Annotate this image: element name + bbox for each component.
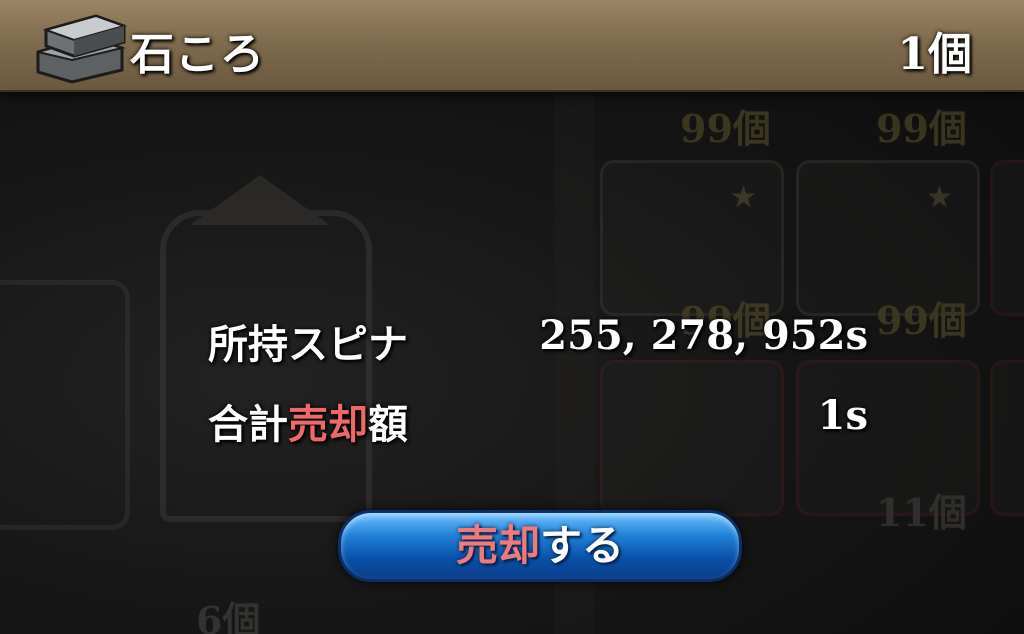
background-item-count: 99個 [876, 106, 967, 151]
background-item-slot [990, 160, 1024, 316]
total-label-highlight: 売却 [288, 401, 368, 448]
sell-button-suffix: する [540, 521, 625, 570]
sell-dialog-screen: ★ ★ 99個 99個 99個 99個 11個 6個 石ころ 1個 所持スピナ … [0, 0, 1024, 634]
background-item-slot [600, 360, 784, 516]
sell-button-highlight: 売却 [455, 521, 540, 570]
background-item-count: 99個 [876, 298, 967, 343]
background-panel [0, 280, 130, 530]
total-sell-amount-value: 1s [817, 392, 868, 439]
item-count: 1個 [897, 29, 972, 80]
owned-spina-value: 255, 278, 952s [539, 312, 868, 359]
stone-icon [36, 14, 128, 84]
background-lantern-roof [190, 175, 330, 225]
background-item-count: 99個 [680, 106, 771, 151]
background-item-slot [600, 160, 784, 316]
total-sell-amount-label: 合計売却額 [208, 392, 408, 450]
sell-button[interactable]: 売却する [338, 510, 742, 582]
owned-spina-label: 所持スピナ [208, 321, 408, 368]
background-item-slot [990, 360, 1024, 516]
total-label-prefix: 合計 [208, 401, 288, 448]
item-header-bar: 石ころ 1個 [0, 0, 1024, 92]
star-icon: ★ [730, 180, 757, 215]
background-item-count: 11個 [876, 490, 967, 535]
background-item-count: 6個 [196, 598, 261, 634]
star-icon: ★ [926, 180, 953, 215]
item-name: 石ころ [130, 29, 265, 80]
background-item-slot [796, 160, 980, 316]
total-label-suffix: 額 [368, 401, 408, 448]
